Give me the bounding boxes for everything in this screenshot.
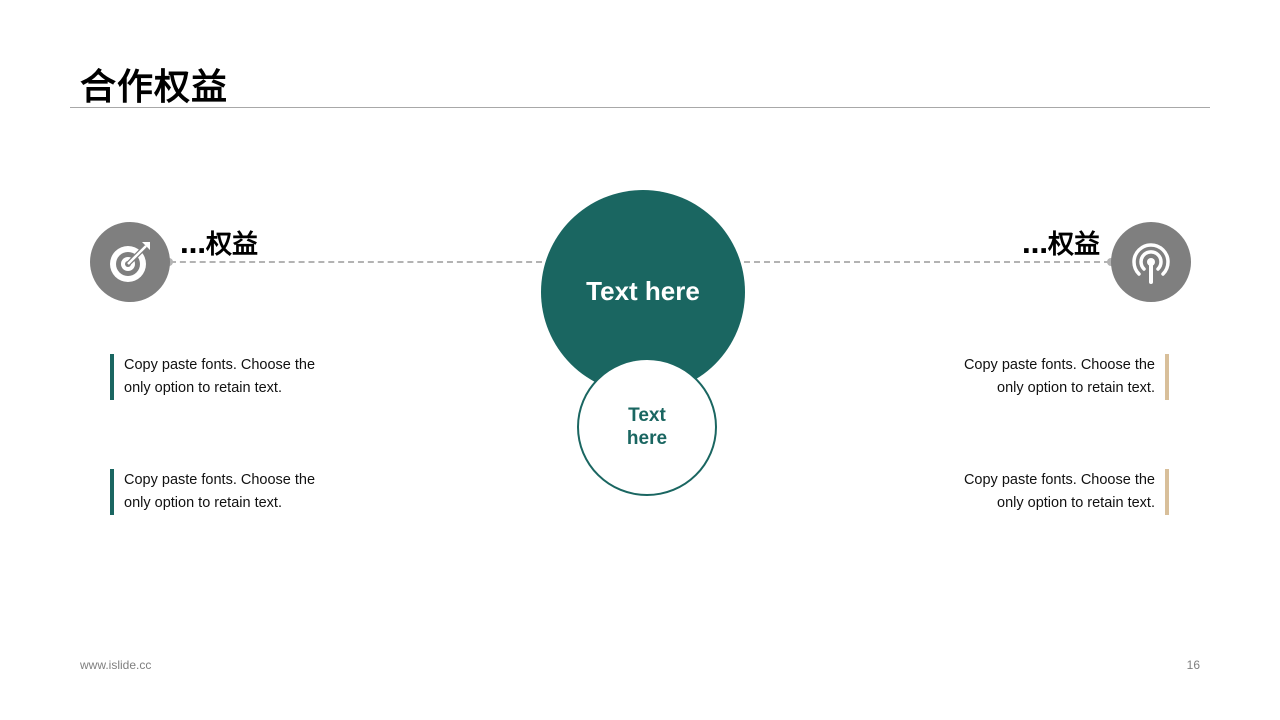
center-main-label: Text here (586, 275, 700, 306)
right-dashed-connector (744, 261, 1110, 263)
left-text-2-line2: only option to retain text. (124, 495, 282, 511)
left-text-block-2: Copy paste fonts. Choose the only option… (110, 469, 344, 515)
title-divider (70, 107, 1210, 108)
left-text-1-line1: Copy paste fonts. Choose the (124, 357, 316, 373)
slide-title: 合作权益 (80, 67, 229, 108)
left-dashed-connector (170, 261, 542, 263)
footer-url: www.islide.cc (80, 658, 152, 672)
right-text-block-1: Copy paste fonts. Choose the only option… (935, 354, 1169, 400)
center-sub-label: Text here (626, 405, 668, 449)
left-text-block-1: Copy paste fonts. Choose the only option… (110, 354, 344, 400)
left-text-1-line2: only option to retain text. (124, 380, 282, 396)
right-text-2-line2: only option to retain text. (997, 495, 1155, 511)
left-text-2-line1: Copy paste fonts. Choose the (124, 472, 316, 488)
center-sub-circle: Text here (577, 358, 717, 496)
target-icon (110, 242, 150, 282)
right-icon-circle (1111, 222, 1191, 302)
left-icon-circle (90, 222, 170, 302)
right-text-2-line1: Copy paste fonts. Choose the (963, 472, 1155, 488)
left-section-heading: …权益 (180, 230, 259, 260)
broadcast-icon (1132, 243, 1170, 284)
page-number: 16 (1186, 658, 1200, 672)
right-text-block-2: Copy paste fonts. Choose the only option… (935, 469, 1169, 515)
right-text-1-line2: only option to retain text. (997, 380, 1155, 396)
right-text-1-line1: Copy paste fonts. Choose the (963, 357, 1155, 373)
right-section-heading: …权益 (1021, 230, 1100, 260)
